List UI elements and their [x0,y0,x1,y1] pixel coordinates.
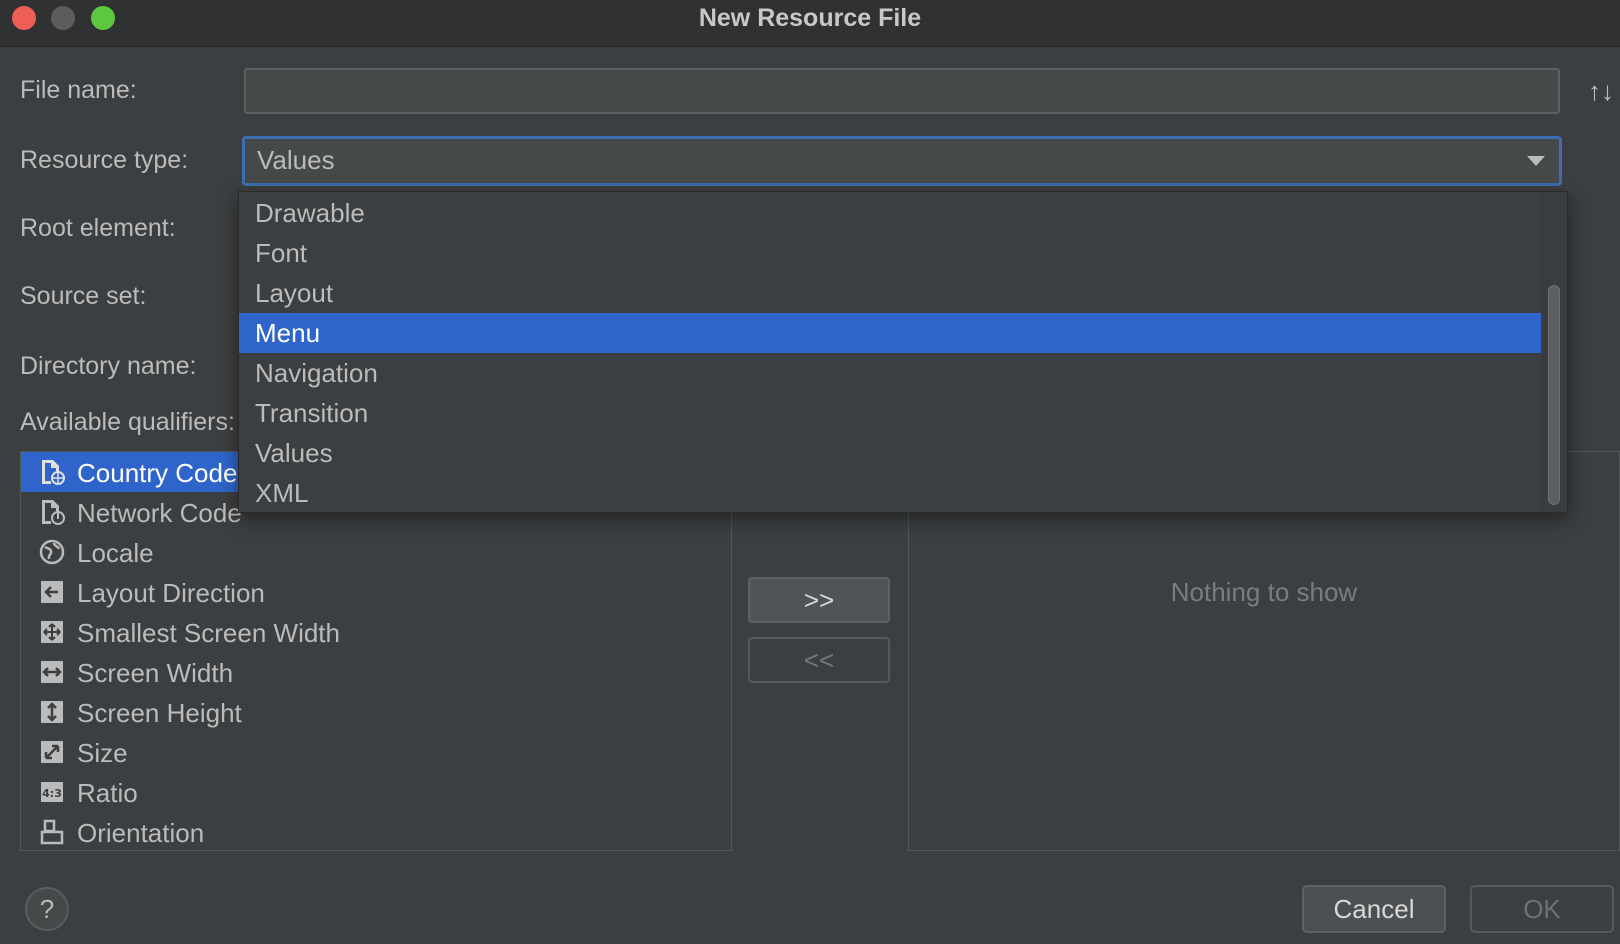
layout-direction-icon [39,579,65,605]
country-code-icon [39,459,65,485]
cancel-button[interactable]: Cancel [1302,885,1446,933]
qualifier-label: Locale [77,538,154,568]
qualifier-item[interactable]: Screen Height [21,692,731,732]
dropdown-option-values[interactable]: Values [239,433,1541,473]
source-set-label: Source set: [20,282,147,310]
title-bar: New Resource File [0,0,1620,47]
remove-qualifier-button[interactable]: << [748,637,890,683]
qualifier-label: Screen Height [77,698,242,728]
file-name-input[interactable] [244,68,1560,114]
directory-name-label: Directory name: [20,352,197,380]
popup-scrollbar-thumb[interactable] [1548,285,1560,505]
dropdown-option-drawable[interactable]: Drawable [239,193,1541,233]
globe-icon [39,539,65,565]
ratio-icon: 4:3 [39,779,65,805]
qualifier-item[interactable]: Orientation [21,812,731,850]
qualifier-label: Layout Direction [77,578,265,608]
sort-icon[interactable]: ↑↓ [1588,76,1614,107]
qualifier-label: Smallest Screen Width [77,618,340,648]
window-title: New Resource File [698,4,922,32]
dropdown-option-xml[interactable]: XML [239,473,1541,512]
dropdown-option-menu[interactable]: Menu [239,313,1541,353]
file-name-label: File name: [20,76,137,104]
dropdown-option-layout[interactable]: Layout [239,273,1541,313]
ok-button[interactable]: OK [1470,885,1614,933]
qualifier-label: Ratio [77,778,138,808]
size-icon [39,739,65,765]
qualifier-label: Network Code [77,498,242,528]
popup-scrollbar[interactable] [1541,192,1567,512]
orientation-icon [39,819,65,845]
screen-width-icon [39,659,65,685]
dropdown-option-transition[interactable]: Transition [239,393,1541,433]
qualifier-label: Screen Width [77,658,234,688]
root-element-label: Root element: [20,214,176,242]
dropdown-option-font[interactable]: Font [239,233,1541,273]
svg-text:4:3: 4:3 [42,787,62,800]
empty-list-text: Nothing to show [1170,577,1358,607]
available-qualifiers-label: Available qualifiers: [20,408,235,436]
qualifier-item[interactable]: Screen Width [21,652,731,692]
dropdown-option-navigation[interactable]: Navigation [239,353,1541,393]
help-button[interactable]: ? [25,887,69,931]
qualifier-label: Country Code [77,458,238,488]
smallest-screen-width-icon [39,619,65,645]
resource-type-value: Values [257,145,335,175]
screen-height-icon [39,699,65,725]
chevron-down-icon [1527,156,1545,166]
qualifier-item[interactable]: Smallest Screen Width [21,612,731,652]
network-code-icon [39,499,65,525]
resource-type-dropdown[interactable]: Values [242,136,1562,186]
qualifier-label: Size [77,738,128,768]
qualifier-label: Orientation [77,818,205,848]
qualifier-item[interactable]: Locale [21,532,731,572]
qualifier-item[interactable]: 4:3 Ratio [21,772,731,812]
resource-type-popup[interactable]: Drawable Font Layout Menu Navigation Tra… [238,191,1568,513]
qualifier-item[interactable]: Layout Direction [21,572,731,612]
qualifier-item[interactable]: Size [21,732,731,772]
add-qualifier-button[interactable]: >> [748,577,890,623]
resource-type-label: Resource type: [20,146,189,174]
